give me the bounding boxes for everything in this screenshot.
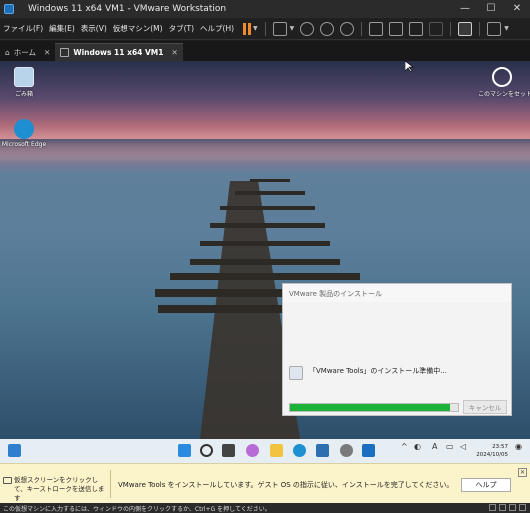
console-view-icon[interactable] xyxy=(458,21,473,36)
desktop-icon-label: Microsoft Edge xyxy=(1,141,47,148)
revert-snapshot-icon[interactable] xyxy=(320,21,335,36)
show-library-icon[interactable] xyxy=(369,21,384,36)
tab-home[interactable]: ⌂ ホーム ✕ xyxy=(0,43,55,61)
desktop-icon-edge[interactable]: Microsoft Edge xyxy=(0,119,48,148)
status-bar: この仮想マシンに入力するには、ウィンドウの内側をクリックするか、Ctrl+G を… xyxy=(0,503,530,513)
widgets-icon[interactable] xyxy=(8,444,21,457)
close-icon[interactable]: ✕ xyxy=(171,48,177,57)
progress-fill xyxy=(290,404,450,411)
desktop-icon-label: ごみ箱 xyxy=(14,91,33,98)
clock[interactable]: 23:57 2024/10/05 xyxy=(476,443,508,459)
tab-label: Windows 11 x64 VM1 xyxy=(73,48,164,57)
minimize-button[interactable]: — xyxy=(452,0,478,18)
edge-icon xyxy=(14,119,34,139)
snapshot-manager-icon[interactable] xyxy=(340,21,355,36)
device-status-icons xyxy=(489,504,526,511)
toolbar-separator xyxy=(264,21,266,36)
tab-label: ホーム xyxy=(13,47,37,57)
file-explorer-icon[interactable] xyxy=(270,444,283,457)
pier-plank xyxy=(220,206,315,210)
snapshot-icon[interactable] xyxy=(300,21,315,36)
menu-bar: ファイル(F) 編集(E) 表示(V) 仮想マシン(M) タブ(T) ヘルプ(H… xyxy=(0,18,530,40)
recycle-bin-icon xyxy=(14,67,34,87)
chevron-up-icon[interactable]: ^ xyxy=(401,442,408,451)
desktop-icon-recycle-bin[interactable]: ごみ箱 xyxy=(0,67,48,98)
menu-view[interactable]: 表示(V) xyxy=(78,23,110,34)
installer-icon xyxy=(289,366,303,380)
cd-drive-icon[interactable] xyxy=(499,504,506,511)
clock-date: 2024/10/05 xyxy=(476,452,508,458)
keyboard-icon xyxy=(3,477,12,484)
menu-help[interactable]: ヘルプ(H) xyxy=(197,23,237,34)
tab-vm[interactable]: Windows 11 x64 VM1 ✕ xyxy=(55,43,183,61)
window-title: Windows 11 x64 VM1 - VMware Workstation xyxy=(28,4,227,14)
cancel-button[interactable]: キャンセル xyxy=(463,400,507,414)
display-icon[interactable]: ▭ xyxy=(446,442,454,451)
close-button[interactable]: ✕ xyxy=(504,0,530,18)
start-icon[interactable] xyxy=(178,444,191,457)
hint-divider xyxy=(110,470,111,498)
user-icon xyxy=(492,67,512,87)
menu-file[interactable]: ファイル(F) xyxy=(0,23,46,34)
power-dropdown-icon[interactable]: ▼ xyxy=(253,25,258,32)
settings-icon[interactable] xyxy=(340,444,353,457)
vmware-tools-install-dialog: VMware 製品のインストール 「VMware Tools」のインストール準備… xyxy=(282,283,512,416)
notification-icon[interactable]: ◉ xyxy=(515,442,522,451)
toolbar-separator xyxy=(479,21,481,36)
desktop-user-shortcut[interactable]: このマシンをセットアップ xyxy=(478,67,530,98)
store-icon[interactable] xyxy=(316,444,329,457)
tab-bar: ⌂ ホーム ✕ Windows 11 x64 VM1 ✕ xyxy=(0,41,530,61)
volume-icon[interactable]: ◁ xyxy=(460,442,466,451)
home-icon: ⌂ xyxy=(5,47,10,57)
title-bar[interactable]: Windows 11 x64 VM1 - VMware Workstation … xyxy=(0,0,530,18)
dialog-message: 「VMware Tools」のインストール準備中... xyxy=(309,367,447,375)
pause-icon[interactable] xyxy=(243,22,253,35)
pier-plank xyxy=(235,191,305,195)
help-button[interactable]: ヘルプ xyxy=(461,478,511,492)
hint-message: VMware Tools をインストールしています。ゲスト OS の指示に従い、… xyxy=(118,481,454,489)
network-icon[interactable]: ◐ xyxy=(414,442,421,451)
unity-icon[interactable] xyxy=(429,21,444,36)
task-view-icon[interactable] xyxy=(222,444,235,457)
mouse-cursor-icon xyxy=(405,61,414,73)
hard-disk-icon[interactable] xyxy=(489,504,496,511)
maximize-button[interactable]: ☐ xyxy=(478,0,504,18)
thumbnail-bar-icon[interactable] xyxy=(389,21,404,36)
toolbar-separator xyxy=(361,21,363,36)
edge-icon[interactable] xyxy=(293,444,306,457)
full-screen-icon[interactable] xyxy=(409,21,424,36)
menu-edit[interactable]: 編集(E) xyxy=(46,23,78,34)
close-icon[interactable]: ✕ xyxy=(518,468,527,477)
pier-plank xyxy=(170,273,360,280)
ime-indicator[interactable]: A xyxy=(432,442,437,451)
status-text: この仮想マシンに入力するには、ウィンドウの内側をクリックするか、Ctrl+G を… xyxy=(3,505,271,513)
clock-time: 23:57 xyxy=(492,444,508,450)
usb-icon[interactable] xyxy=(519,504,526,511)
pier-plank xyxy=(210,223,325,228)
hint-instruction: 仮想スクリーンをクリックして、キーストロークを送信します xyxy=(14,476,105,502)
vmware-app-icon xyxy=(4,4,14,14)
vm-icon xyxy=(60,48,70,57)
search-icon[interactable] xyxy=(200,444,213,457)
send-ctrl-alt-del-icon[interactable] xyxy=(272,21,287,36)
pier-plank xyxy=(190,259,340,265)
close-icon[interactable]: ✕ xyxy=(44,48,50,57)
desktop-icon-label: このマシンをセットアップ xyxy=(478,91,530,98)
menu-tabs[interactable]: タブ(T) xyxy=(166,23,197,34)
network-adapter-icon[interactable] xyxy=(509,504,516,511)
send-keys-dropdown-icon[interactable]: ▼ xyxy=(290,25,295,32)
menu-vm[interactable]: 仮想マシン(M) xyxy=(110,23,166,34)
pier-plank xyxy=(200,241,330,246)
hint-bar: 仮想スクリーンをクリックして、キーストロークを送信します VMware Tool… xyxy=(0,463,530,503)
outlook-icon[interactable] xyxy=(362,444,375,457)
install-progress-bar xyxy=(289,403,459,412)
toolbar-separator xyxy=(450,21,452,36)
copilot-icon[interactable] xyxy=(246,444,259,457)
pier-plank xyxy=(250,179,290,182)
dialog-title: VMware 製品のインストール xyxy=(283,284,511,302)
stretch-dropdown-icon[interactable]: ▼ xyxy=(504,25,509,32)
guest-taskbar: ^ ◐ A ▭ ◁ 23:57 2024/10/05 ◉ xyxy=(0,439,530,463)
stretch-guest-icon[interactable] xyxy=(487,21,502,36)
